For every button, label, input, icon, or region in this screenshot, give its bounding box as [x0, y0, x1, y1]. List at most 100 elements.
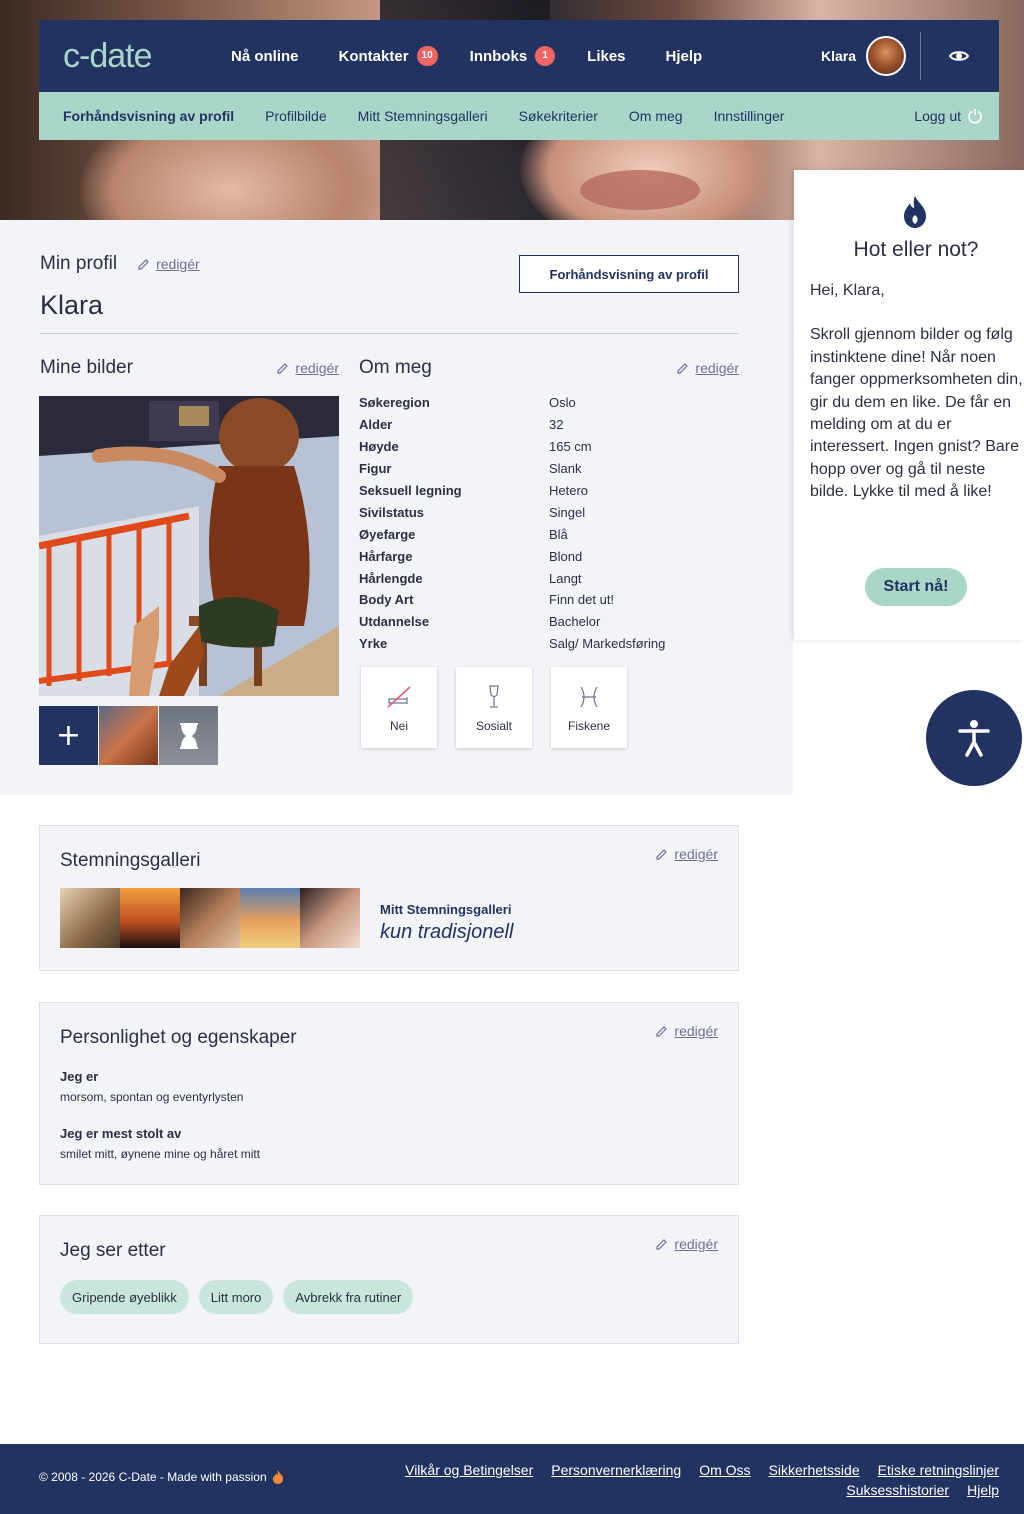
edit-about-link[interactable]: redigér [676, 360, 739, 376]
subnav-mood-gallery[interactable]: Mitt Stemningsgalleri [358, 108, 488, 124]
contacts-badge: 10 [416, 46, 438, 66]
c-date-logo[interactable]: c-date [63, 37, 203, 76]
looking-for-chip[interactable]: Avbrekk fra rutiner [283, 1280, 414, 1314]
mood-gallery-images[interactable] [60, 888, 360, 948]
about-row: Seksuell legning Hetero [359, 480, 739, 502]
footer-link-ethics[interactable]: Etiske retningslinjer [878, 1462, 999, 1478]
nav-likes[interactable]: Likes [587, 48, 625, 65]
attribute-card-zodiac: Fiskene [551, 667, 627, 748]
nav-contacts[interactable]: Kontakter 10 [339, 46, 438, 66]
subnav-preview[interactable]: Forhåndsvisning av profil [63, 108, 234, 124]
power-icon [968, 109, 982, 124]
section-divider [40, 333, 739, 334]
edit-mood-gallery-link[interactable]: redigér [655, 846, 718, 862]
eye-icon[interactable] [949, 49, 969, 63]
logout-button[interactable]: Logg ut [914, 92, 983, 140]
looking-for-chip[interactable]: Litt moro [198, 1280, 274, 1314]
mood-gallery-card: Stemningsgalleri redigér Mitt Stemningsg… [39, 825, 739, 971]
about-value: Salg/ Markedsføring [549, 636, 666, 652]
about-value: Slank [549, 461, 582, 477]
about-key: Hårfarge [359, 548, 413, 564]
pencil-icon [656, 1238, 668, 1250]
subnav-about-me[interactable]: Om meg [629, 108, 683, 124]
edit-photos-link[interactable]: redigér [276, 360, 339, 376]
about-value: Langt [549, 570, 582, 586]
about-row: Øyefarge Blå [359, 523, 739, 545]
personality-item: Jeg er morsom, spontan og eventyrlysten [60, 1069, 243, 1104]
start-now-button[interactable]: Start nå! [865, 568, 967, 606]
nav-online[interactable]: Nå online [231, 48, 299, 65]
flame-icon [272, 1470, 283, 1484]
photo-thumbnails: + [39, 706, 218, 765]
subnav-profile-picture[interactable]: Profilbilde [265, 108, 326, 124]
about-key: Øyefarge [359, 526, 416, 542]
nav-help[interactable]: Hjelp [666, 48, 703, 65]
pencil-icon [277, 362, 289, 374]
about-key: Søkeregion [359, 395, 430, 411]
footer-link-terms[interactable]: Vilkår og Betingelser [405, 1462, 533, 1478]
about-header: Om meg redigér [359, 357, 739, 379]
accessibility-button[interactable] [926, 690, 1022, 786]
about-row: Søkeregion Oslo [359, 392, 739, 414]
about-row: Hårfarge Blond [359, 545, 739, 567]
about-title: Om meg [359, 357, 432, 378]
footer-link-privacy[interactable]: Personvernerklæring [551, 1462, 681, 1478]
about-value: 165 cm [549, 439, 592, 455]
attribute-label: Fiskene [567, 718, 611, 733]
add-photo-button[interactable]: + [39, 706, 98, 765]
personality-value: morsom, spontan og eventyrlysten [60, 1090, 244, 1104]
champagne-glass-icon [489, 684, 499, 708]
looking-for-chips: Gripende øyeblikk Litt moro Avbrekk fra … [60, 1280, 414, 1314]
about-value: Hetero [549, 483, 589, 498]
main-profile-photo[interactable] [39, 396, 339, 696]
user-name[interactable]: Klara [821, 48, 856, 64]
pencil-icon [677, 362, 689, 374]
about-row: Figur Slank [359, 458, 739, 480]
copyright: © 2008 - 2026 C-Date - Made with passion [39, 1470, 283, 1484]
about-row: Sivilstatus Singel [359, 501, 739, 523]
photo-thumbnail[interactable] [99, 706, 158, 765]
avatar[interactable] [866, 36, 906, 76]
about-key: Utdannelse [359, 614, 430, 630]
about-row: Høyde 165 cm [359, 436, 739, 458]
looking-for-title: Jeg ser etter [60, 1240, 166, 1261]
mood-image [240, 888, 300, 948]
accessibility-icon [958, 720, 990, 757]
edit-profile-link[interactable]: redigér [137, 256, 200, 272]
mood-gallery-meta-sub: kun tradisjonell [380, 921, 514, 943]
mood-image [60, 888, 120, 948]
personality-title: Personlighet og egenskaper [60, 1027, 297, 1048]
mood-gallery-title: Stemningsgalleri [60, 850, 201, 871]
preview-profile-button[interactable]: Forhåndsvisning av profil [519, 255, 739, 293]
nav-inbox[interactable]: Innboks 1 [470, 46, 556, 66]
pencil-icon [656, 1025, 668, 1037]
personality-item: Jeg er mest stolt av smilet mitt, øynene… [60, 1126, 260, 1161]
nav-divider [920, 32, 921, 80]
inbox-badge: 1 [535, 46, 556, 66]
subnav-search-criteria[interactable]: Søkekriterier [519, 108, 598, 124]
copyright-text: © 2008 - 2026 C-Date - Made with passion [39, 1470, 267, 1484]
subnav-settings[interactable]: Innstillinger [714, 108, 785, 124]
edit-looking-for-link[interactable]: redigér [655, 1236, 718, 1252]
footer-link-success-stories[interactable]: Suksesshistorier [846, 1482, 949, 1498]
footer-link-safety[interactable]: Sikkerhetsside [769, 1462, 860, 1478]
looking-for-chip[interactable]: Gripende øyeblikk [60, 1280, 189, 1314]
about-key: Seksuell legning [359, 483, 462, 498]
hourglass-icon [179, 722, 198, 749]
footer-link-about[interactable]: Om Oss [699, 1462, 750, 1478]
pisces-icon [580, 686, 598, 707]
pending-photo-thumbnail[interactable] [159, 706, 218, 765]
edit-personality-link[interactable]: redigér [655, 1023, 718, 1039]
footer-links: Vilkår og Betingelser Personvernerklæring… [319, 1460, 999, 1500]
logout-label: Logg ut [914, 108, 961, 124]
about-value: Blå [549, 526, 568, 542]
about-value: Blond [549, 548, 583, 564]
about-key: Figur [359, 461, 392, 477]
attribute-label: Sosialt [475, 718, 513, 733]
about-value: 32 [549, 417, 564, 433]
about-value: Finn det ut! [549, 592, 615, 608]
attribute-cards: Nei Sosialt Fiskene [361, 667, 627, 748]
photos-title: Mine bilder [40, 357, 133, 378]
footer-link-help[interactable]: Hjelp [967, 1482, 999, 1498]
about-key: Alder [359, 417, 393, 433]
